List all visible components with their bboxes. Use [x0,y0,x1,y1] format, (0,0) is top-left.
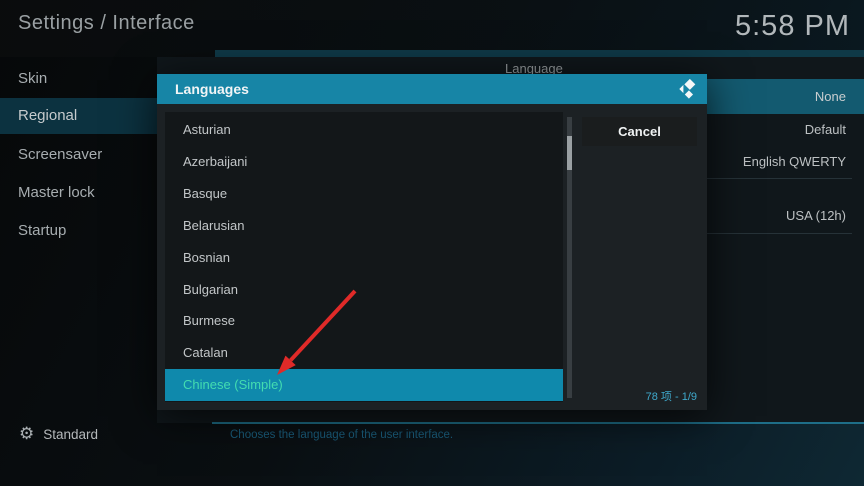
content-top-divider [215,50,864,57]
setting-help-text: Chooses the language of the user interfa… [230,429,453,441]
list-item[interactable]: Bulgarian [165,274,563,306]
language-list: Asturian Azerbaijani Basque Belarusian B… [165,112,563,402]
list-item[interactable]: Basque [165,178,563,210]
footer-divider [212,422,864,424]
kodi-logo-icon [677,78,699,100]
languages-dialog: Languages Asturian Azerbaijani Basque Be… [157,74,707,410]
sidebar-item-startup[interactable]: Startup [0,213,157,249]
scrollbar[interactable] [567,117,572,398]
sidebar-item-screensaver[interactable]: Screensaver [0,137,157,173]
list-item[interactable]: Burmese [165,305,563,337]
list-item[interactable]: Bosnian [165,242,563,274]
list-item-selected[interactable]: Chinese (Simple) [165,369,563,401]
gear-icon: ⚙ [19,424,34,444]
cancel-button[interactable]: Cancel [582,117,697,146]
list-item[interactable]: Asturian [165,114,563,146]
sidebar-item-regional[interactable]: Regional [0,98,157,134]
clock: 5:58 PM [735,10,850,43]
dialog-title: Languages [175,74,249,104]
profile-label: Standard [43,427,98,442]
scrollbar-thumb[interactable] [567,136,572,170]
list-item[interactable]: Belarusian [165,210,563,242]
list-item[interactable]: Azerbaijani [165,146,563,178]
sidebar-item-master-lock[interactable]: Master lock [0,175,157,211]
profile-button[interactable]: ⚙ Standard [19,424,98,444]
page-title: Settings / Interface [18,12,195,35]
list-item[interactable]: Catalan [165,337,563,369]
item-counter: 78 项 - 1/9 [646,388,697,404]
sidebar-item-skin[interactable]: Skin [0,61,157,97]
